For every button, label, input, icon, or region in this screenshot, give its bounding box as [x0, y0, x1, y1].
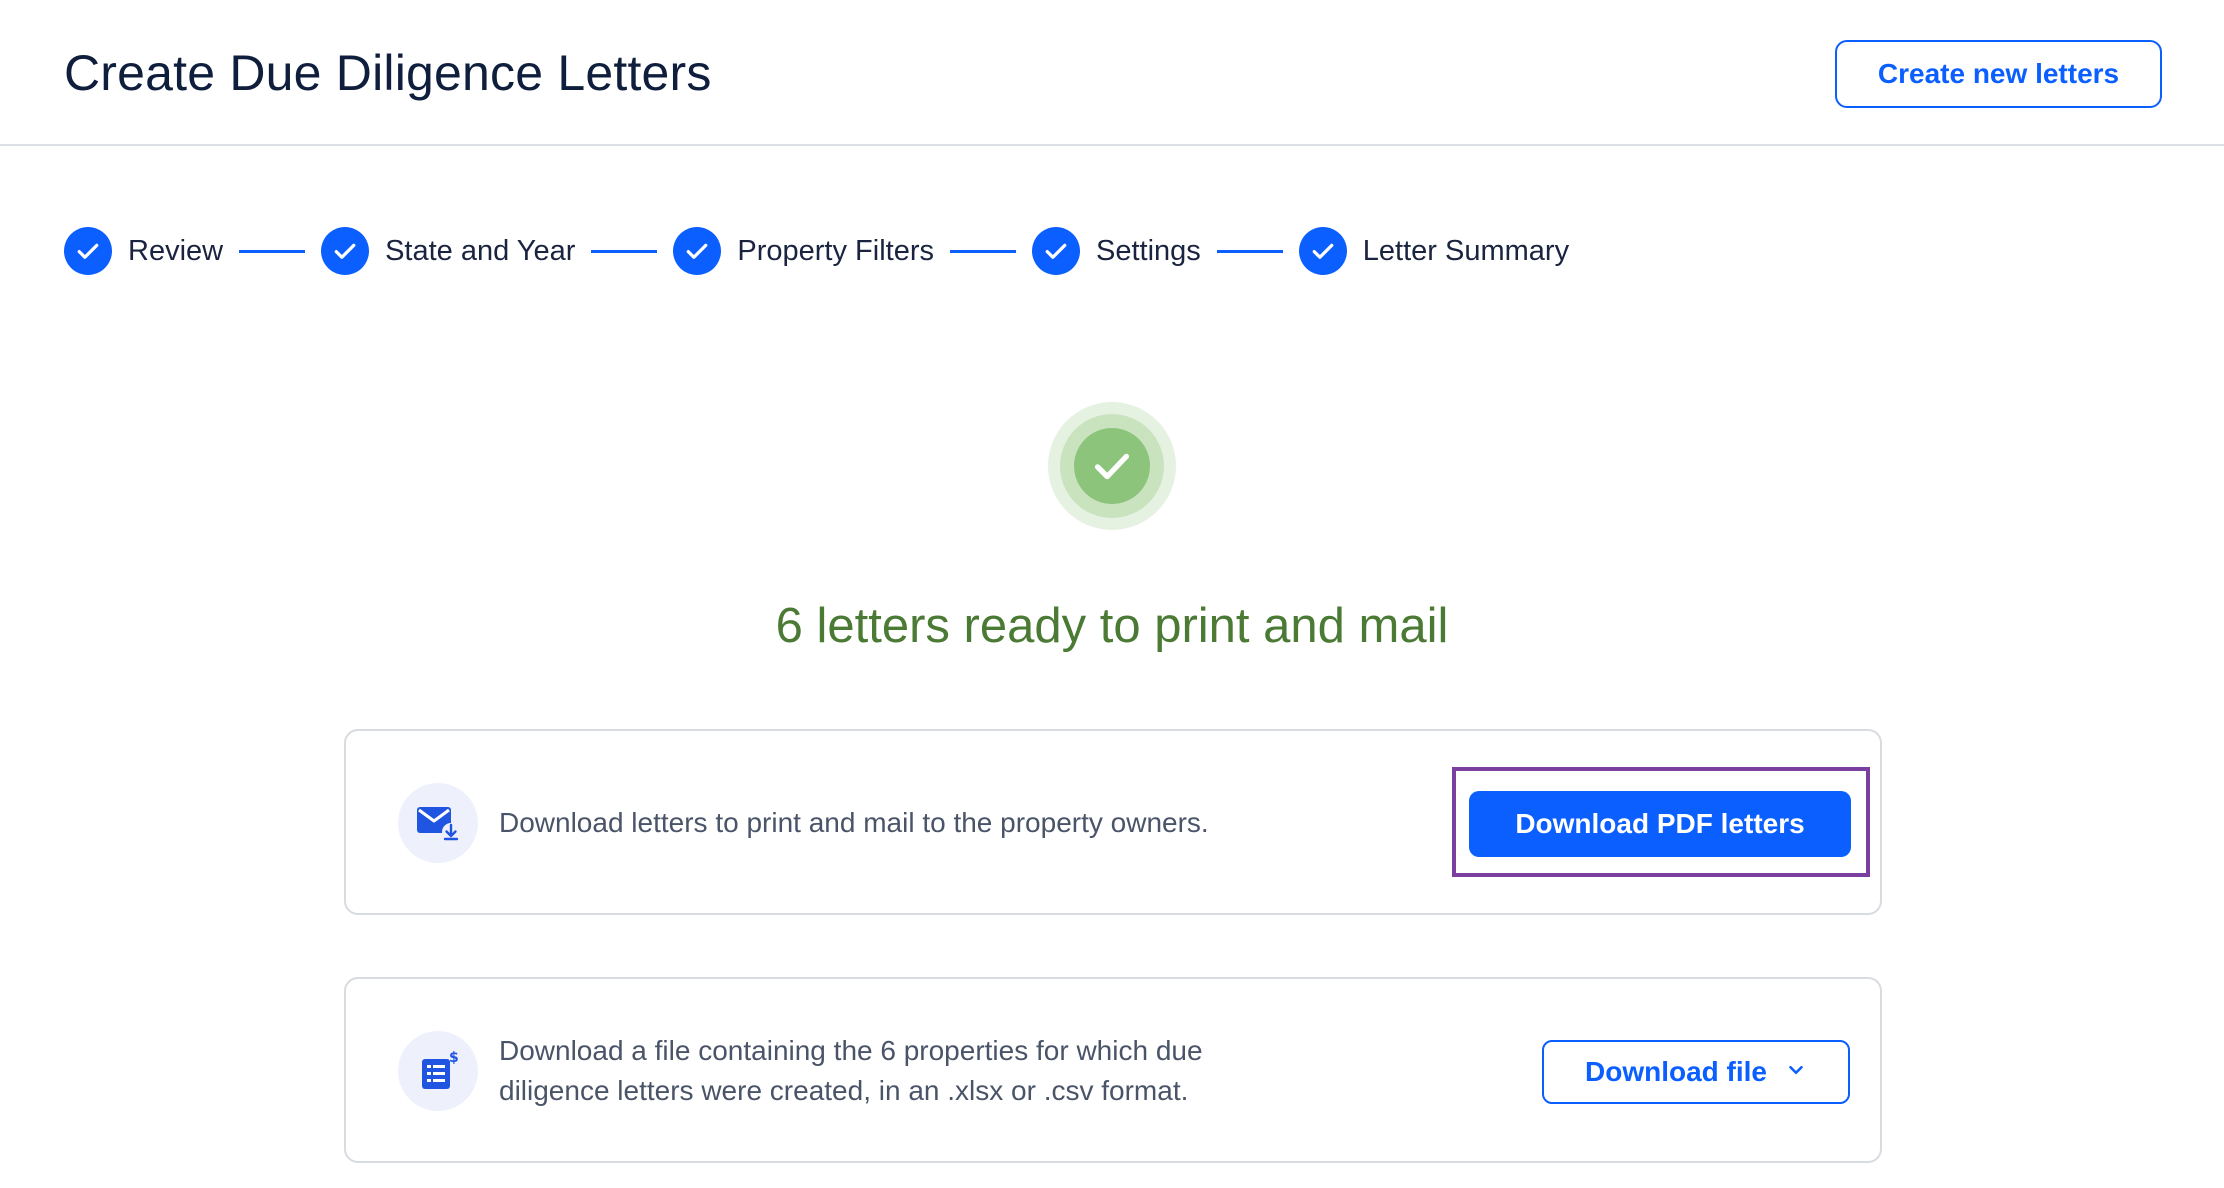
step-connector [950, 249, 1016, 253]
check-icon [1298, 227, 1347, 275]
download-file-dropdown[interactable]: Download file [1542, 1040, 1850, 1104]
step-connector [1216, 249, 1283, 253]
success-check-icon [1048, 402, 1176, 530]
letters-ready-heading: 6 letters ready to print and mail [775, 599, 1449, 653]
check-icon [321, 227, 370, 275]
svg-text:$: $ [449, 1050, 458, 1066]
spreadsheet-dollar-icon: $ [398, 1031, 478, 1111]
progress-stepper: Review State and Year Property Filters S… [64, 226, 1569, 276]
check-icon [1032, 227, 1080, 275]
step-letter-summary: Letter Summary [1298, 227, 1570, 275]
check-icon [673, 227, 722, 275]
step-label: Review [128, 234, 224, 267]
page-title: Create Due Diligence Letters [64, 45, 712, 101]
mail-download-icon [398, 783, 478, 863]
page-header: Create Due Diligence Letters Create new … [0, 0, 2224, 146]
step-label: Property Filters [737, 234, 934, 267]
step-property-filters: Property Filters [673, 227, 934, 275]
step-review: Review [64, 227, 223, 275]
step-label: Letter Summary [1362, 234, 1570, 267]
step-settings: Settings [1032, 227, 1201, 275]
step-connector [591, 249, 658, 253]
file-download-card: $ Download a file containing the 6 prope… [344, 977, 1882, 1163]
file-card-description: Download a file containing the 6 propert… [499, 1035, 1203, 1106]
pdf-card-description: Download letters to print and mail to th… [499, 807, 1209, 838]
step-connector [239, 249, 306, 253]
pdf-download-card: Download letters to print and mail to th… [344, 729, 1882, 915]
download-file-label: Download file [1585, 1056, 1767, 1087]
download-pdf-letters-button[interactable]: Download PDF letters [1469, 791, 1851, 857]
create-new-letters-button[interactable]: Create new letters [1835, 40, 2162, 108]
chevron-down-icon [1785, 1056, 1807, 1088]
step-state-and-year: State and Year [321, 227, 575, 275]
step-label: State and Year [385, 234, 576, 267]
check-icon [64, 227, 112, 275]
step-label: Settings [1096, 234, 1201, 267]
